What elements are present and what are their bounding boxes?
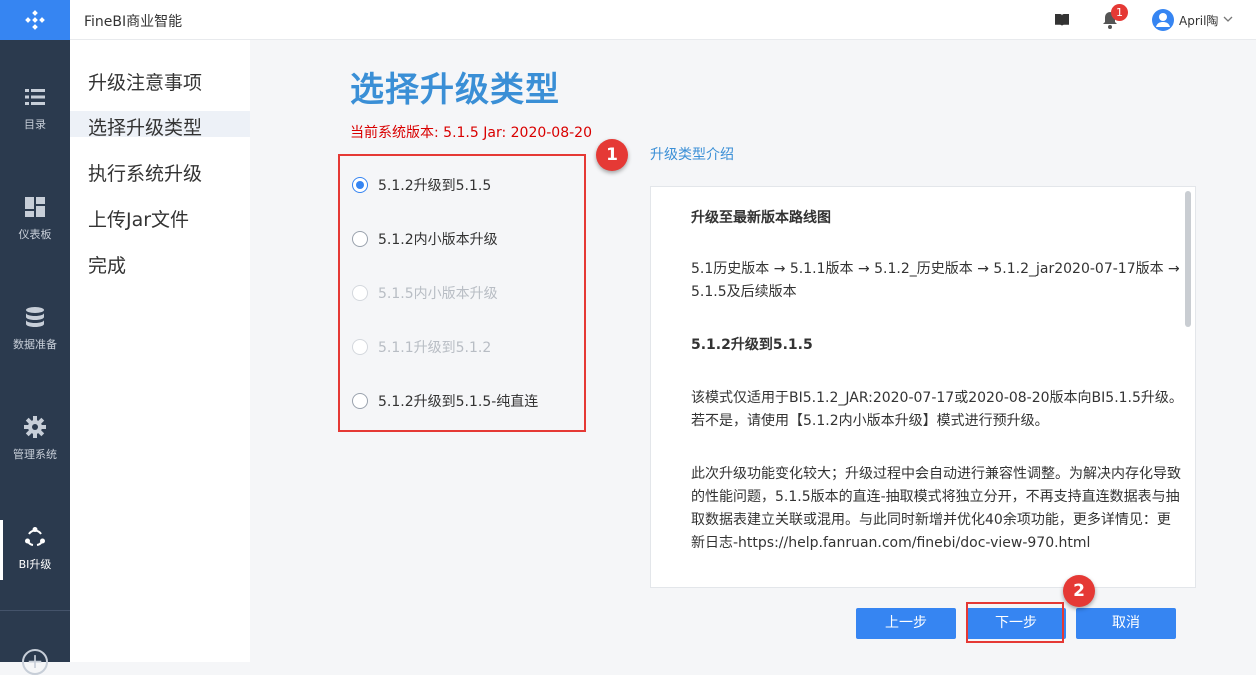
upgrade-type-options: 5.1.2升级到5.1.5 5.1.2内小版本升级 5.1.5内小版本升级 5.… bbox=[338, 154, 586, 432]
page-title: 选择升级类型 bbox=[350, 70, 560, 110]
rail-item-dashboard[interactable]: 仪表板 bbox=[0, 196, 70, 276]
step-item[interactable]: 升级注意事项 bbox=[88, 68, 202, 95]
cancel-button[interactable]: 取消 bbox=[1076, 608, 1176, 639]
intro-heading: 5.1.2升级到5.1.5 bbox=[691, 337, 813, 353]
option-515-minor: 5.1.5内小版本升级 bbox=[352, 283, 498, 303]
option-label: 5.1.2升级到5.1.5 bbox=[378, 178, 492, 194]
next-button-highlight bbox=[966, 602, 1064, 643]
radio[interactable] bbox=[352, 231, 368, 247]
app-title: FineBI商业智能 bbox=[84, 14, 183, 30]
scrollbar[interactable] bbox=[1185, 191, 1191, 327]
intro-heading: 升级至最新版本路线图 bbox=[691, 210, 831, 226]
option-label: 5.1.5内小版本升级 bbox=[378, 286, 498, 302]
radio-disabled bbox=[352, 339, 368, 355]
step-nav: 升级注意事项 选择升级类型 执行系统升级 上传Jar文件 完成 bbox=[70, 40, 250, 662]
database-icon bbox=[26, 307, 44, 327]
option-512-to-515-direct[interactable]: 5.1.2升级到5.1.5-纯直连 bbox=[352, 391, 538, 411]
option-label: 5.1.2内小版本升级 bbox=[378, 232, 498, 248]
option-511-to-512: 5.1.1升级到5.1.2 bbox=[352, 337, 491, 357]
app-logo[interactable] bbox=[0, 0, 70, 40]
intro-paragraph: 此次升级功能变化较大；升级过程中会自动进行兼容性调整。为解决内存化导致的性能问题… bbox=[691, 466, 1181, 551]
rail-item-catalog[interactable]: 目录 bbox=[0, 86, 70, 166]
main-content: 选择升级类型 当前系统版本: 5.1.5 Jar: 2020-08-20 5.1… bbox=[250, 40, 1256, 662]
callout-badge-1: 1 bbox=[596, 139, 628, 171]
add-icon[interactable]: + bbox=[22, 649, 48, 675]
step-item-active[interactable]: 选择升级类型 bbox=[88, 113, 202, 140]
prev-button[interactable]: 上一步 bbox=[856, 608, 956, 639]
callout-badge-2: 2 bbox=[1063, 575, 1095, 607]
list-icon bbox=[25, 89, 45, 105]
logo-icon bbox=[25, 10, 45, 30]
intro-panel[interactable]: 升级至最新版本路线图 5.1历史版本 → 5.1.1版本 → 5.1.2_历史版… bbox=[650, 186, 1196, 588]
gear-icon bbox=[24, 416, 46, 438]
option-512-minor[interactable]: 5.1.2内小版本升级 bbox=[352, 229, 498, 249]
intro-paragraph: 该模式仅适用于BI5.1.2_JAR:2020-07-17或2020-08-20… bbox=[691, 390, 1183, 429]
rail-item-data-prep[interactable]: 数据准备 bbox=[0, 306, 70, 386]
notification-badge: 1 bbox=[1111, 4, 1128, 21]
rail-label: 数据准备 bbox=[13, 338, 57, 351]
rail-label: 目录 bbox=[24, 118, 46, 131]
rail-item-bi-upgrade[interactable]: BI升级 bbox=[0, 520, 70, 606]
rail-label: BI升级 bbox=[18, 558, 52, 571]
chevron-down-icon[interactable] bbox=[1222, 13, 1234, 25]
book-icon[interactable] bbox=[1054, 12, 1070, 28]
rail-footer: + bbox=[0, 610, 70, 675]
upgrade-icon bbox=[25, 527, 45, 546]
top-header: FineBI商业智能 1 April陶 bbox=[70, 0, 1256, 40]
option-label: 5.1.1升级到5.1.2 bbox=[378, 340, 492, 356]
option-label: 5.1.2升级到5.1.5-纯直连 bbox=[378, 394, 539, 410]
radio-checked[interactable] bbox=[352, 177, 368, 193]
current-version: 当前系统版本: 5.1.5 Jar: 2020-08-20 bbox=[350, 125, 592, 141]
user-name[interactable]: April陶 bbox=[1179, 12, 1218, 29]
avatar[interactable] bbox=[1152, 9, 1174, 31]
radio[interactable] bbox=[352, 393, 368, 409]
radio-disabled bbox=[352, 285, 368, 301]
step-item[interactable]: 执行系统升级 bbox=[88, 159, 202, 186]
user-icon bbox=[1156, 13, 1170, 27]
option-512-to-515[interactable]: 5.1.2升级到5.1.5 bbox=[352, 175, 491, 195]
upgrade-type-intro-link[interactable]: 升级类型介绍 bbox=[650, 144, 734, 164]
step-item[interactable]: 上传Jar文件 bbox=[88, 205, 189, 232]
step-item[interactable]: 完成 bbox=[88, 251, 126, 278]
intro-content: 升级至最新版本路线图 5.1历史版本 → 5.1.1版本 → 5.1.2_历史版… bbox=[691, 207, 1183, 555]
rail-item-management[interactable]: 管理系统 bbox=[0, 416, 70, 496]
nav-rail: 目录 仪表板 数据准备 管理系统 BI升级 + bbox=[0, 0, 70, 675]
rail-label: 仪表板 bbox=[18, 228, 52, 241]
dashboard-icon bbox=[25, 197, 45, 217]
rail-label: 管理系统 bbox=[13, 448, 57, 461]
intro-roadmap: 5.1历史版本 → 5.1.1版本 → 5.1.2_历史版本 → 5.1.2_j… bbox=[691, 261, 1180, 300]
